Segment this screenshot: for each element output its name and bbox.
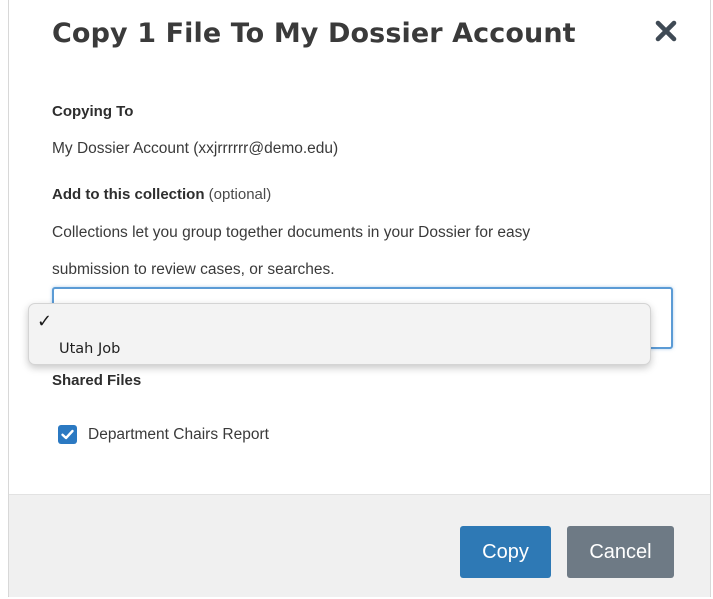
dropdown-option-utah-job[interactable]: Utah Job	[59, 341, 120, 357]
copy-file-modal: Copy 1 File To My Dossier Account Copyin…	[8, 0, 711, 597]
modal-title: Copy 1 File To My Dossier Account	[52, 18, 576, 49]
shared-files-label: Shared Files	[52, 372, 142, 389]
checkmark-icon	[58, 425, 77, 444]
collection-description-line1: Collections let you group together docum…	[52, 224, 531, 241]
collection-dropdown-menu: ✓ Utah Job	[28, 303, 651, 365]
department-chairs-report-checkbox[interactable]	[58, 425, 77, 444]
copying-to-value: My Dossier Account (xxjrrrrrr@demo.edu)	[52, 140, 339, 157]
collection-optional-text: (optional)	[208, 186, 272, 203]
dropdown-option-none[interactable]: ✓	[37, 311, 337, 333]
cancel-button[interactable]: Cancel	[567, 526, 674, 578]
copy-button[interactable]: Copy	[460, 526, 551, 578]
close-button[interactable]	[651, 16, 681, 46]
department-chairs-report-label[interactable]: Department Chairs Report	[88, 426, 269, 444]
copying-to-label: Copying To	[52, 103, 134, 120]
close-x-icon	[651, 16, 681, 46]
collection-label: Add to this collection (optional)	[52, 186, 271, 203]
collection-label-text: Add to this collection	[52, 186, 205, 203]
selected-check-icon: ✓	[37, 311, 53, 332]
modal-footer: Copy Cancel	[9, 494, 710, 597]
collection-description-line2: submission to review cases, or searches.	[52, 261, 335, 278]
